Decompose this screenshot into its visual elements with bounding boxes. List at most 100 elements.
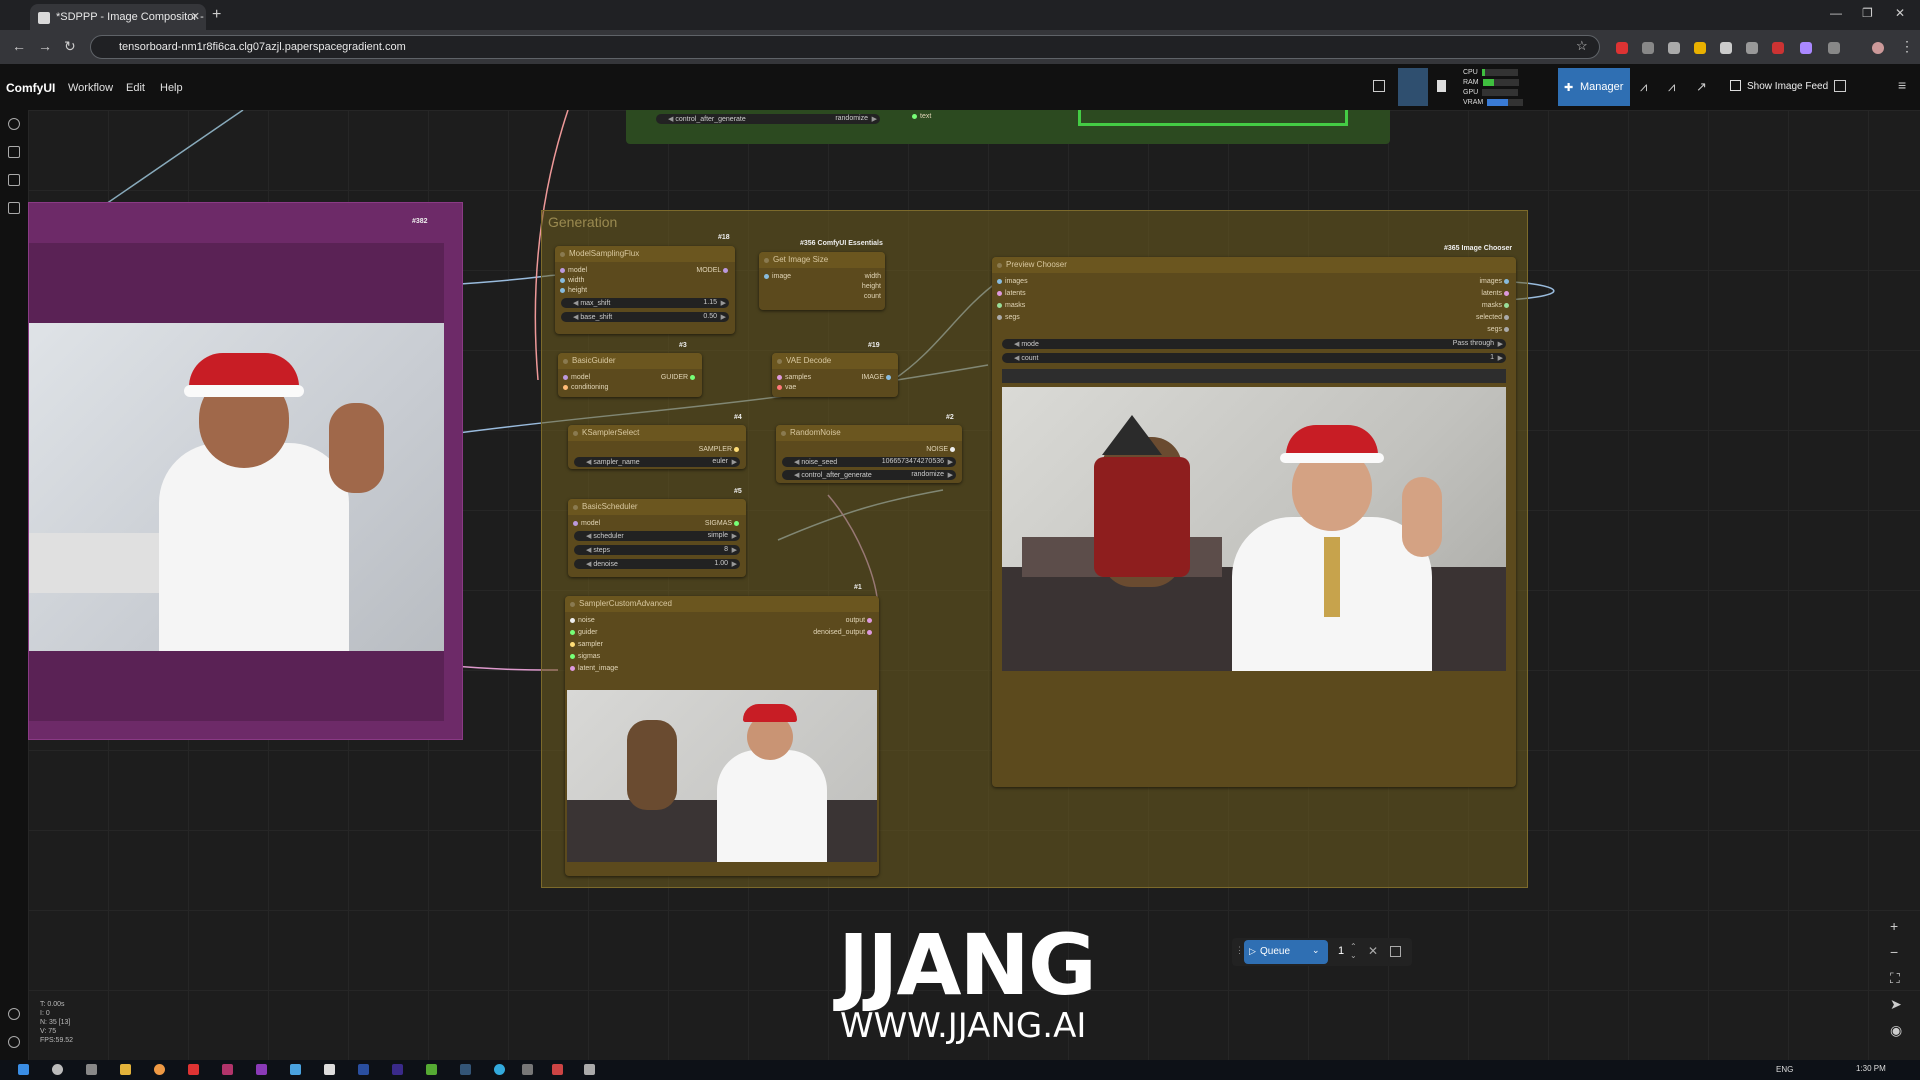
bookmark-icon[interactable]: [1437, 80, 1446, 92]
model-library-icon[interactable]: [8, 202, 20, 214]
steps-widget[interactable]: steps8▶: [574, 545, 740, 555]
extension-icon[interactable]: [1772, 42, 1784, 54]
max-shift-widget[interactable]: max_shift1.15▶: [561, 298, 729, 308]
extension-icon[interactable]: [1800, 42, 1812, 54]
chevron-down-icon[interactable]: ⌄: [1312, 945, 1320, 956]
manager-button[interactable]: ✚ Manager: [1558, 68, 1630, 106]
hamburger-icon[interactable]: ≡: [1898, 77, 1906, 93]
app-icon[interactable]: [188, 1064, 199, 1075]
new-tab-icon[interactable]: +: [212, 6, 221, 24]
noise-seed-widget[interactable]: noise_seed1066573474270536▶: [782, 457, 956, 467]
get-image-size-node[interactable]: Get Image Size image width height count: [759, 252, 885, 310]
zoom-in-icon[interactable]: +: [1890, 918, 1898, 934]
base-shift-widget[interactable]: base_shift0.50▶: [561, 312, 729, 322]
app-icon[interactable]: [324, 1064, 335, 1075]
minimize-icon[interactable]: —: [1830, 6, 1842, 20]
settings-gear-icon[interactable]: [8, 1036, 20, 1048]
node-library-icon[interactable]: [8, 174, 20, 186]
queue-icon[interactable]: [8, 146, 20, 158]
taskview-icon[interactable]: [86, 1064, 97, 1075]
panel-icon[interactable]: [1373, 80, 1385, 92]
queue-button[interactable]: ▷ Queue ⌄: [1244, 940, 1328, 964]
image-feed-icon[interactable]: [1730, 80, 1741, 91]
menu-edit[interactable]: Edit: [126, 82, 145, 94]
share-icon[interactable]: ↗: [1696, 79, 1707, 95]
basic-scheduler-node[interactable]: BasicScheduler model SIGMAS schedulersim…: [568, 499, 746, 577]
kebab-menu-icon[interactable]: ⋮: [1900, 38, 1914, 55]
premiere-icon[interactable]: [392, 1064, 403, 1075]
photoshop-icon[interactable]: [358, 1064, 369, 1075]
clock[interactable]: 1:30 PM: [1856, 1064, 1886, 1073]
app-icon[interactable]: [256, 1064, 267, 1075]
search-icon[interactable]: [52, 1064, 63, 1075]
stop-icon[interactable]: [1390, 946, 1401, 957]
theme-icon[interactable]: [8, 1008, 20, 1020]
play-icon: ▷: [1249, 946, 1256, 956]
app-icon[interactable]: [584, 1064, 595, 1075]
node-canvas[interactable]: control_after_generaterandomize▶ text #3…: [28, 110, 1920, 1060]
clear-queue-icon[interactable]: ✕: [1368, 944, 1378, 958]
reload-icon[interactable]: ↻: [64, 38, 76, 55]
control-after-generate-widget[interactable]: control_after_generaterandomize▶: [782, 470, 956, 480]
vae-decode-node[interactable]: VAE Decode samples vae IMAGE: [772, 353, 898, 397]
extension-icon[interactable]: [1694, 42, 1706, 54]
restore-icon[interactable]: ❐: [1862, 6, 1873, 20]
app-icon[interactable]: [426, 1064, 437, 1075]
denoise-widget[interactable]: denoise1.00▶: [574, 559, 740, 569]
model-sampling-flux-node[interactable]: ModelSamplingFlux model width height MOD…: [555, 246, 735, 334]
chrome-icon[interactable]: [154, 1064, 165, 1075]
menu-help[interactable]: Help: [160, 82, 183, 94]
back-icon[interactable]: ←: [12, 38, 26, 54]
menu-workflow[interactable]: Workflow: [68, 82, 113, 94]
app-icon[interactable]: [460, 1064, 471, 1075]
sampler-name-widget[interactable]: sampler_nameeuler▶: [574, 457, 740, 467]
extension-icon[interactable]: [1720, 42, 1732, 54]
control-after-generate-widget[interactable]: control_after_generaterandomize▶: [656, 114, 880, 124]
puzzle-icon[interactable]: [1828, 42, 1840, 54]
toggle-links-icon[interactable]: ◉: [1890, 1022, 1902, 1039]
stepper-icon[interactable]: ⌃ ⌄: [1350, 942, 1357, 960]
left-image-node[interactable]: #382: [28, 202, 463, 740]
mask-editor-icon[interactable]: [1398, 68, 1428, 106]
resource-monitor: CPU RAM GPU VRAM: [1463, 68, 1524, 108]
close-tab-icon[interactable]: ✕: [191, 10, 200, 23]
browser-tab[interactable]: *SDPPP - Image Compositor - C ✕: [30, 4, 206, 30]
explorer-icon[interactable]: [120, 1064, 131, 1075]
show-image-feed-button[interactable]: Show Image Feed: [1747, 81, 1828, 92]
history-icon[interactable]: [8, 118, 20, 130]
basic-guider-node[interactable]: BasicGuider model conditioning GUIDER: [558, 353, 702, 397]
layout-icon[interactable]: [1834, 80, 1846, 92]
app-icon[interactable]: [522, 1064, 533, 1075]
drag-handle-icon[interactable]: ⋮: [1235, 945, 1244, 956]
app-icon[interactable]: [494, 1064, 505, 1075]
extension-icon[interactable]: [1668, 42, 1680, 54]
count-widget[interactable]: count1▶: [1002, 353, 1506, 363]
preview-chooser-node[interactable]: Preview Chooser images latents masks seg…: [992, 257, 1516, 787]
forward-icon[interactable]: →: [38, 38, 52, 54]
extension-icon[interactable]: [1642, 42, 1654, 54]
app-icon[interactable]: [552, 1064, 563, 1075]
language-indicator[interactable]: ENG: [1776, 1065, 1793, 1074]
extension-icon[interactable]: [1746, 42, 1758, 54]
workflow-icon[interactable]: ⩘: [1640, 79, 1647, 95]
bookmark-star-icon[interactable]: ☆: [1576, 38, 1588, 54]
scheduler-widget[interactable]: schedulersimple▶: [574, 531, 740, 541]
close-window-icon[interactable]: ✕: [1895, 6, 1905, 20]
ksampler-select-node[interactable]: KSamplerSelect SAMPLER sampler_nameeuler…: [568, 425, 746, 469]
start-icon[interactable]: [18, 1064, 29, 1075]
zoom-out-icon[interactable]: −: [1890, 944, 1898, 960]
random-noise-node[interactable]: RandomNoise NOISE noise_seed106657347427…: [776, 425, 962, 483]
comfy-menu-bar: ComfyUI Workflow Edit Help CPU RAM GPU V…: [0, 64, 1920, 110]
app-icon[interactable]: [290, 1064, 301, 1075]
avatar[interactable]: [1872, 42, 1884, 54]
workflow-icon[interactable]: ⩘: [1668, 79, 1675, 95]
batch-count-input[interactable]: 1: [1338, 945, 1344, 957]
app-icon[interactable]: [222, 1064, 233, 1075]
mode-widget[interactable]: modePass through▶: [1002, 339, 1506, 349]
pointer-mode-icon[interactable]: ➤: [1890, 996, 1902, 1013]
fit-view-icon[interactable]: ⛶: [1890, 970, 1900, 987]
chooser-preview-image[interactable]: [1002, 387, 1506, 671]
extension-icon[interactable]: [1616, 42, 1628, 54]
url-bar[interactable]: tensorboard-nm1r8fi6ca.clg07azjl.papersp…: [90, 35, 1600, 59]
sampler-custom-advanced-node[interactable]: SamplerCustomAdvanced noise guider sampl…: [565, 596, 879, 876]
